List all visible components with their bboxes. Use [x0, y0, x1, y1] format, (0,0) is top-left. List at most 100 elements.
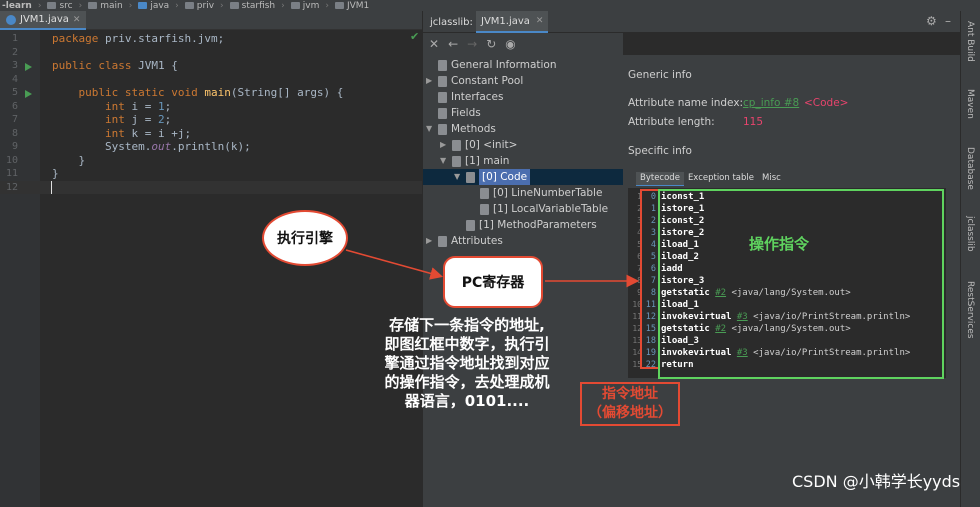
- tree-node[interactable]: ▼ Methods: [423, 121, 623, 137]
- tab-jclasslib[interactable]: jclasslib:: [425, 11, 478, 33]
- code-line[interactable]: 4: [0, 73, 422, 87]
- folder-icon: [184, 2, 194, 9]
- folder-icon: [229, 2, 239, 9]
- close-icon[interactable]: ✕: [536, 16, 544, 26]
- tool-window-restservices[interactable]: RestServices: [965, 281, 975, 339]
- code-line[interactable]: 8 int k = i +j;: [0, 127, 422, 141]
- tree-node-label: Attributes: [451, 235, 503, 247]
- tree-node[interactable]: ▼ [1] main: [423, 153, 623, 169]
- run-class-icon[interactable]: [25, 63, 32, 71]
- breadcrumb-item[interactable]: starfish: [229, 0, 276, 11]
- breadcrumb-label: main: [100, 0, 123, 11]
- node-icon: [452, 155, 461, 167]
- execution-engine-bubble: 执行引擎: [262, 210, 348, 266]
- expanded-arrow-icon[interactable]: ▼: [454, 169, 462, 185]
- node-icon: [438, 123, 447, 135]
- breadcrumb-item[interactable]: priv: [184, 1, 214, 11]
- back-arrow-icon[interactable]: ←: [448, 37, 458, 51]
- tree-node[interactable]: [1] MethodParameters: [423, 217, 623, 233]
- tree-node[interactable]: ▶ Constant Pool: [423, 73, 623, 89]
- hide-panel-icon[interactable]: –: [945, 14, 951, 28]
- tree-node[interactable]: ▶ Attributes: [423, 233, 623, 249]
- explanation-line: 擎通过指令地址找到对应: [384, 354, 550, 372]
- tab-jvm1-java[interactable]: JVM1.java ✕: [476, 11, 549, 33]
- code-text: System.out.println(k);: [52, 140, 251, 153]
- code-line[interactable]: 6 int i = 1;: [0, 100, 422, 114]
- code-line[interactable]: 10 }: [0, 154, 422, 168]
- line-number: 5: [11, 87, 18, 98]
- folder-icon: [290, 2, 300, 9]
- java-class-icon: [6, 14, 16, 25]
- code-line[interactable]: 2: [0, 46, 422, 60]
- breadcrumb-item[interactable]: main: [88, 1, 123, 11]
- run-main-icon[interactable]: [25, 90, 32, 98]
- expanded-arrow-icon[interactable]: ▼: [426, 121, 434, 137]
- code-line[interactable]: 9 System.out.println(k);: [0, 140, 422, 154]
- tool-window-jclasslib[interactable]: jclasslib: [965, 216, 975, 252]
- opcode-label: 操作指令: [749, 235, 810, 253]
- csdn-watermark: CSDN @小韩学长yyds: [792, 472, 961, 491]
- tool-window-ant-build[interactable]: Ant Build: [965, 21, 975, 62]
- breadcrumb-item[interactable]: jvm: [290, 1, 319, 11]
- code-line[interactable]: 11}: [0, 167, 422, 181]
- tree-node[interactable]: ▼ [0] Code: [423, 169, 623, 185]
- opcode-highlight-box: [658, 189, 944, 379]
- tree-node[interactable]: Fields: [423, 105, 623, 121]
- editor-tab-jvm1[interactable]: JVM1.java ✕: [0, 11, 87, 30]
- explanation-line: 器语言，0101....: [404, 392, 530, 410]
- code-line[interactable]: 1 package priv.starfish.jvm;: [0, 32, 422, 46]
- refresh-icon[interactable]: ↻: [486, 37, 496, 51]
- line-number: 7: [11, 114, 18, 125]
- node-icon: [438, 107, 447, 119]
- node-icon: [480, 203, 489, 215]
- gear-icon[interactable]: ⚙: [926, 14, 937, 28]
- attr-name-index-link[interactable]: cp_info #8: [743, 97, 799, 109]
- collapsed-arrow-icon[interactable]: ▶: [426, 73, 434, 89]
- breadcrumb-item[interactable]: JVM1: [334, 1, 369, 11]
- code-text: }: [52, 153, 86, 167]
- code-line[interactable]: 12: [0, 180, 422, 194]
- breadcrumb-item[interactable]: src: [47, 1, 73, 11]
- code-text: public static void main(String[] args) {: [78, 86, 344, 99]
- code-editor[interactable]: 1 package priv.starfish.jvm; 2 3 public clas…: [0, 30, 422, 507]
- breadcrumb: -learn › src › main › java › priv › starfish › jvm › J…: [0, 0, 980, 11]
- node-icon: [452, 139, 461, 151]
- tool-window-maven[interactable]: Maven: [965, 89, 975, 119]
- subtab-misc[interactable]: Misc: [758, 172, 785, 186]
- right-tool-sidebar: Ant Build Maven Database jclasslib RestServi…: [960, 11, 980, 507]
- tree-node[interactable]: [0] LineNumberTable: [423, 185, 623, 201]
- collapsed-arrow-icon[interactable]: ▶: [426, 233, 434, 249]
- subtab-bytecode[interactable]: Bytecode: [636, 172, 684, 186]
- node-icon: [438, 91, 447, 103]
- node-icon: [466, 171, 475, 183]
- line-number: 2: [11, 46, 18, 58]
- close-icon[interactable]: ✕: [429, 37, 439, 51]
- forward-arrow-icon[interactable]: →: [467, 37, 477, 51]
- expanded-arrow-icon[interactable]: ▼: [440, 153, 448, 169]
- subtab-exception-table[interactable]: Exception table: [684, 172, 758, 186]
- offset-highlight-box: [640, 189, 660, 369]
- code-text: public class JVM1 {: [52, 59, 178, 72]
- breadcrumb-label: starfish: [241, 0, 276, 11]
- editor-tab-bar: JVM1.java ✕: [0, 11, 422, 30]
- folder-icon: [88, 2, 98, 9]
- attr-name-index-label: Attribute name index:: [628, 97, 744, 109]
- collapsed-arrow-icon[interactable]: ▶: [440, 137, 448, 153]
- node-icon: [438, 59, 447, 71]
- attr-name-index-value: <Code>: [804, 97, 849, 109]
- tree-node-label: General Information: [451, 59, 557, 71]
- breadcrumb-item[interactable]: -learn: [2, 1, 32, 11]
- browser-icon[interactable]: ◉: [505, 37, 515, 51]
- code-line[interactable]: 7 int j = 2;: [0, 113, 422, 127]
- close-icon[interactable]: ✕: [73, 15, 81, 25]
- breadcrumb-item[interactable]: java: [138, 1, 169, 11]
- tree-node[interactable]: ▶ [0] <init>: [423, 137, 623, 153]
- code-line[interactable]: 3 public class JVM1 {: [0, 59, 422, 73]
- instruction-address-line: 指令地址: [602, 386, 658, 402]
- tool-window-database[interactable]: Database: [965, 147, 975, 190]
- tree-node[interactable]: [1] LocalVariableTable: [423, 201, 623, 217]
- tree-node[interactable]: General Information: [423, 57, 623, 73]
- code-line[interactable]: 5 public static void main(String[] args)…: [0, 86, 422, 100]
- node-icon: [438, 75, 447, 87]
- tree-node[interactable]: Interfaces: [423, 89, 623, 105]
